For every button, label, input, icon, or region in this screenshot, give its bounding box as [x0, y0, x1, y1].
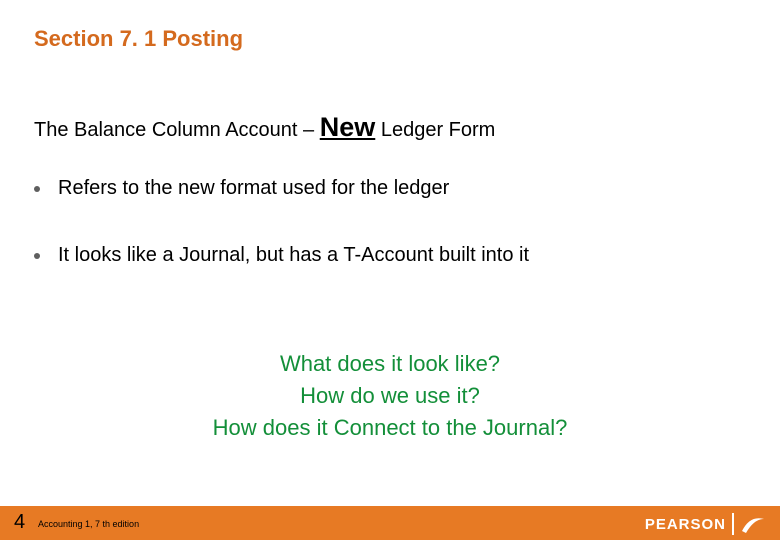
brand-text: PEARSON: [645, 516, 726, 533]
bullet-list: Refers to the new format used for the le…: [34, 175, 750, 309]
brand-divider-icon: [732, 513, 734, 535]
slide: Section 7. 1 Posting The Balance Column …: [0, 0, 780, 540]
brand-swoosh-icon: [740, 513, 766, 535]
footer-edition: Accounting 1, 7 th edition: [38, 519, 139, 529]
bullet-icon: [34, 253, 40, 259]
list-item: It looks like a Journal, but has a T-Acc…: [34, 242, 750, 269]
subtitle: The Balance Column Account – New Ledger …: [34, 112, 495, 143]
section-title: Section 7. 1 Posting: [34, 26, 243, 52]
questions-block: What does it look like? How do we use it…: [0, 348, 780, 444]
question-line: What does it look like?: [0, 348, 780, 380]
subtitle-pre: The Balance Column Account –: [34, 119, 320, 141]
list-item: Refers to the new format used for the le…: [34, 175, 750, 202]
brand-logo: PEARSON: [645, 513, 766, 535]
subtitle-post: Ledger Form: [375, 119, 495, 141]
page-number: 4: [14, 511, 25, 534]
bullet-text: It looks like a Journal, but has a T-Acc…: [58, 242, 750, 269]
footer-bar: 4 Accounting 1, 7 th edition PEARSON: [0, 506, 780, 540]
bullet-text: Refers to the new format used for the le…: [58, 175, 750, 202]
question-line: How does it Connect to the Journal?: [0, 412, 780, 444]
bullet-icon: [34, 186, 40, 192]
question-line: How do we use it?: [0, 380, 780, 412]
subtitle-new: New: [320, 112, 376, 142]
